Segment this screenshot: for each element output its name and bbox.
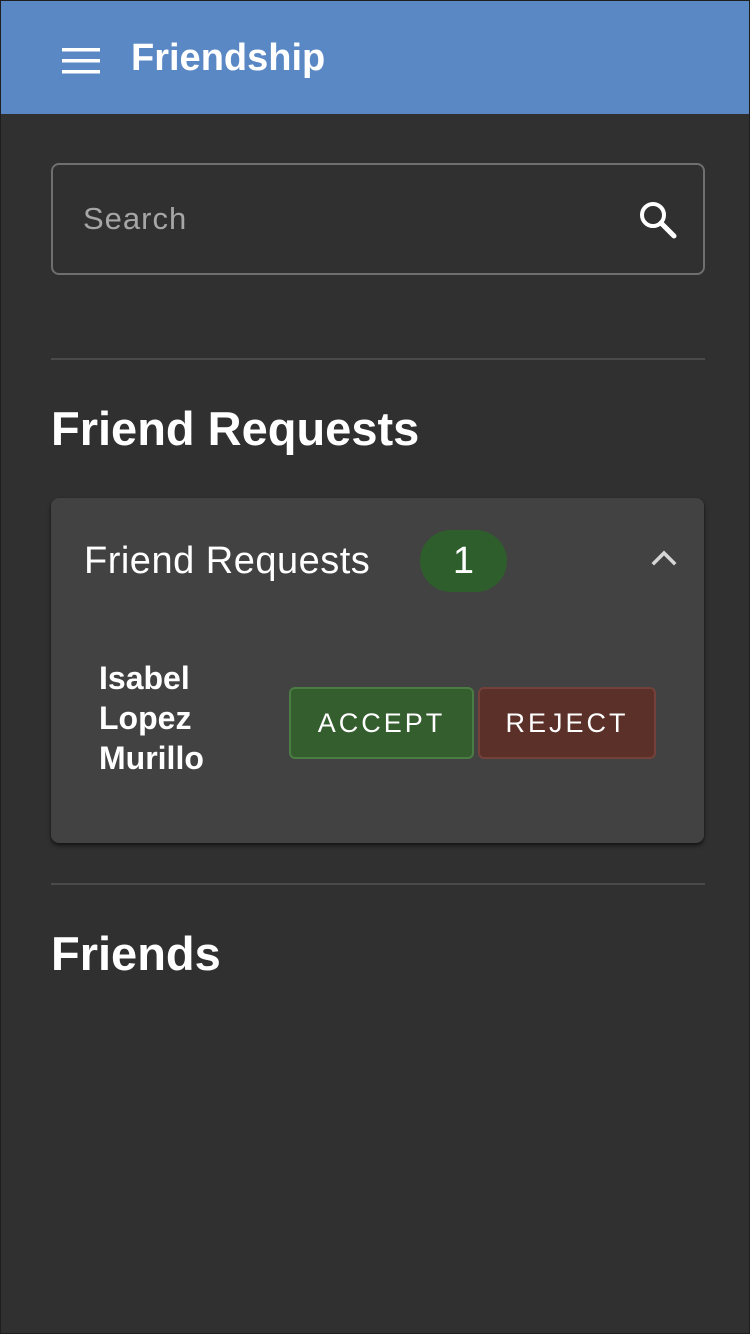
search-field[interactable] xyxy=(51,163,705,275)
divider xyxy=(51,358,705,360)
reject-button[interactable]: REJECT xyxy=(478,687,656,759)
divider xyxy=(51,883,705,885)
app-title: Friendship xyxy=(131,37,326,79)
friend-requests-panel-header[interactable]: Friend Requests 1 xyxy=(51,498,704,626)
accept-button[interactable]: ACCEPT xyxy=(289,687,474,759)
search-input[interactable] xyxy=(83,193,603,245)
request-count-badge: 1 xyxy=(420,530,507,592)
friend-requests-heading: Friend Requests xyxy=(51,402,420,455)
menu-button[interactable] xyxy=(53,33,109,89)
panel-title: Friend Requests xyxy=(84,540,371,582)
friendship-screen: Friendship Friend Requests Friend Reques… xyxy=(0,0,750,1334)
hamburger-menu-icon xyxy=(62,48,100,74)
search-icon[interactable] xyxy=(637,199,679,241)
friend-requests-panel: Friend Requests 1 Isabel Lopez Murillo A… xyxy=(51,498,704,843)
app-bar: Friendship xyxy=(1,1,749,114)
chevron-up-icon[interactable] xyxy=(649,542,679,572)
requester-name: Isabel Lopez Murillo xyxy=(99,660,204,776)
friends-heading: Friends xyxy=(51,927,221,980)
